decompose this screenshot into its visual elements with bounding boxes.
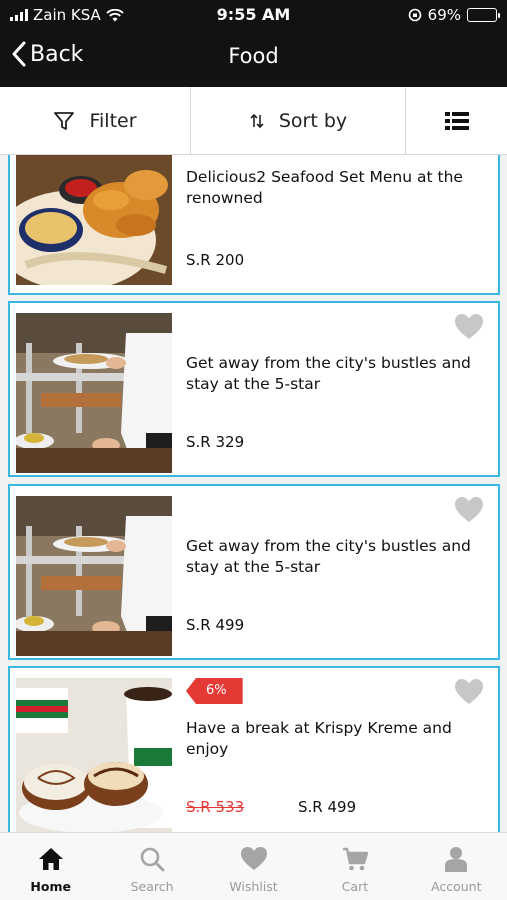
tab-search[interactable]: Search: [101, 833, 202, 900]
product-price: S.R 499: [298, 798, 357, 816]
product-card[interactable]: Get away from the city's bustles and sta…: [8, 484, 500, 660]
product-image-seafood: [16, 155, 172, 285]
product-title: Delicious2 Seafood Set Menu at the renow…: [186, 168, 463, 207]
tab-wishlist[interactable]: Wishlist: [203, 833, 304, 900]
sort-icon: [250, 113, 264, 128]
filter-button[interactable]: Filter: [0, 87, 191, 154]
tab-home[interactable]: Home: [0, 833, 101, 900]
product-title: Get away from the city's bustles and sta…: [186, 537, 471, 576]
tab-label: Home: [30, 879, 71, 894]
product-title: Get away from the city's bustles and sta…: [186, 354, 471, 393]
status-bar: Zain KSA 9:55 AM 69%: [0, 0, 507, 30]
product-card[interactable]: 6% Have a break at Krispy Kreme and enjo…: [8, 666, 500, 832]
filter-label: Filter: [89, 109, 137, 132]
top-bar: Zain KSA 9:55 AM 69% Back Food: [0, 0, 507, 87]
battery-percent: 69%: [427, 6, 461, 24]
tab-label: Account: [431, 879, 482, 894]
cart-icon: [342, 847, 369, 871]
orientation-lock-icon: [408, 8, 421, 22]
product-price: S.R 329: [186, 433, 245, 451]
product-card[interactable]: Delicious2 Seafood Set Menu at the renow…: [8, 155, 500, 295]
list-view-toggle[interactable]: [406, 87, 507, 154]
tab-label: Cart: [341, 879, 369, 894]
sort-button[interactable]: Sort by: [191, 87, 406, 154]
discount-badge: 6%: [186, 678, 243, 704]
product-list[interactable]: Delicious2 Seafood Set Menu at the renow…: [0, 155, 507, 832]
search-icon: [140, 847, 165, 872]
wishlist-heart-icon[interactable]: [454, 678, 484, 706]
product-price: S.R 200: [186, 251, 245, 269]
product-image-krispy-kreme: [16, 678, 172, 832]
product-image-buffet: [16, 313, 172, 473]
product-image-buffet: [16, 496, 172, 656]
product-title: Have a break at Krispy Kreme and enjoy: [186, 719, 452, 758]
wishlist-heart-icon[interactable]: [454, 496, 484, 524]
tab-label: Wishlist: [229, 879, 278, 894]
home-icon: [38, 848, 63, 870]
bottom-tab-bar: Home Search Wishlist Cart Account: [0, 832, 507, 900]
account-icon: [445, 847, 468, 872]
list-view-icon: [444, 111, 469, 130]
product-card[interactable]: Get away from the city's bustles and sta…: [8, 301, 500, 477]
original-price: S.R 533: [186, 798, 245, 816]
nav-bar: Back Food: [0, 30, 507, 87]
filter-icon: [54, 111, 75, 130]
tab-label: Search: [130, 879, 174, 894]
product-price: S.R 499: [186, 616, 245, 634]
wishlist-heart-icon[interactable]: [454, 313, 484, 341]
list-toolbar: Filter Sort by: [0, 87, 507, 155]
battery-icon: [467, 8, 500, 22]
tab-account[interactable]: Account: [406, 833, 507, 900]
sort-label: Sort by: [278, 109, 348, 132]
tab-cart[interactable]: Cart: [304, 833, 405, 900]
page-title: Food: [228, 44, 279, 68]
heart-icon: [240, 847, 267, 870]
